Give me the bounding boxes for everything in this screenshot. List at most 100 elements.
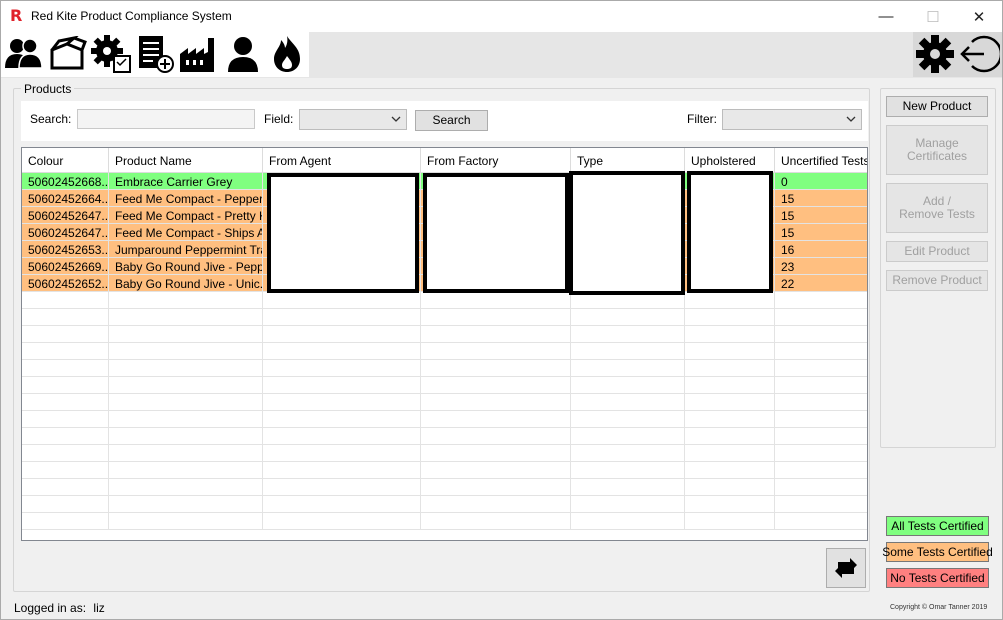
cell-type[interactable] [571,411,685,428]
cell-from-factory[interactable] [421,394,571,411]
cell-colour[interactable] [22,309,109,326]
cell-colour[interactable]: 50602452652... [22,275,109,292]
cell-colour[interactable] [22,513,109,530]
table-row[interactable] [22,309,867,326]
cell-from-factory[interactable] [421,428,571,445]
close-button[interactable]: ✕ [956,1,1002,32]
cell-from-agent[interactable] [263,309,421,326]
cell-from-factory[interactable] [421,462,571,479]
cell-product-name[interactable]: Baby Go Round Jive - Pepp... [109,258,263,275]
cell-product-name[interactable]: Embrace Carrier Grey [109,173,263,190]
cell-uncertified-tests[interactable] [775,428,867,445]
table-row[interactable] [22,292,867,309]
add-list-icon[interactable] [133,32,177,76]
cell-from-agent[interactable] [263,343,421,360]
cell-uncertified-tests[interactable] [775,479,867,496]
table-row[interactable] [22,513,867,530]
settings-checklist-icon[interactable] [89,32,133,76]
cell-colour[interactable]: 50602452653... [22,241,109,258]
cell-from-agent[interactable] [263,326,421,343]
cell-product-name[interactable] [109,462,263,479]
cell-from-agent[interactable] [263,377,421,394]
cell-uncertified-tests[interactable] [775,343,867,360]
cell-type[interactable] [571,479,685,496]
cell-from-factory[interactable] [421,326,571,343]
cell-colour[interactable]: 50602452664... [22,190,109,207]
cell-colour[interactable] [22,326,109,343]
cell-product-name[interactable] [109,360,263,377]
cell-colour[interactable] [22,496,109,513]
cell-colour[interactable] [22,445,109,462]
maximize-button[interactable]: ☐ [910,1,956,32]
cell-upholstered[interactable] [685,411,775,428]
cell-product-name[interactable] [109,309,263,326]
cell-from-agent[interactable] [263,462,421,479]
cell-upholstered[interactable] [685,326,775,343]
cell-product-name[interactable] [109,343,263,360]
table-row[interactable] [22,496,867,513]
cell-uncertified-tests[interactable] [775,326,867,343]
cell-uncertified-tests[interactable] [775,377,867,394]
logout-icon[interactable] [957,32,1001,76]
table-row[interactable] [22,411,867,428]
table-row[interactable] [22,479,867,496]
cell-colour[interactable]: 50602452668... [22,173,109,190]
cell-from-agent[interactable] [263,292,421,309]
manage-certificates-button[interactable]: Manage Certificates [886,125,988,175]
cell-type[interactable] [571,513,685,530]
cell-uncertified-tests[interactable]: 15 [775,224,867,241]
field-select[interactable] [299,109,407,130]
cell-colour[interactable] [22,394,109,411]
cell-colour[interactable]: 50602452669... [22,258,109,275]
cell-uncertified-tests[interactable]: 15 [775,190,867,207]
remove-product-button[interactable]: Remove Product [886,270,988,291]
column-header-colour[interactable]: Colour [22,148,109,173]
cell-upholstered[interactable] [685,377,775,394]
cell-from-agent[interactable] [263,445,421,462]
cell-from-agent[interactable] [263,411,421,428]
cell-from-factory[interactable] [421,343,571,360]
column-header-type[interactable]: Type [571,148,685,173]
cell-from-agent[interactable] [263,513,421,530]
cell-from-factory[interactable] [421,411,571,428]
cell-from-factory[interactable] [421,479,571,496]
cell-upholstered[interactable] [685,292,775,309]
cell-upholstered[interactable] [685,445,775,462]
table-row[interactable] [22,377,867,394]
cell-upholstered[interactable] [685,479,775,496]
cell-colour[interactable] [22,479,109,496]
cell-product-name[interactable]: Feed Me Compact - Pretty K... [109,207,263,224]
minimize-button[interactable]: — [863,1,909,32]
cell-colour[interactable] [22,292,109,309]
cell-from-factory[interactable] [421,377,571,394]
cell-upholstered[interactable] [685,343,775,360]
cell-type[interactable] [571,377,685,394]
gear-icon[interactable] [913,32,957,76]
cell-uncertified-tests[interactable]: 16 [775,241,867,258]
cell-from-factory[interactable] [421,496,571,513]
cell-type[interactable] [571,496,685,513]
person-icon[interactable] [221,32,265,76]
cell-product-name[interactable] [109,411,263,428]
cell-uncertified-tests[interactable] [775,462,867,479]
products-table[interactable]: Colour Product Name From Agent From Fact… [21,147,868,541]
table-row[interactable] [22,445,867,462]
cell-colour[interactable] [22,343,109,360]
table-row[interactable] [22,394,867,411]
cell-type[interactable] [571,445,685,462]
cell-product-name[interactable] [109,496,263,513]
search-button[interactable]: Search [415,110,488,131]
cell-colour[interactable] [22,428,109,445]
cell-upholstered[interactable] [685,309,775,326]
cell-uncertified-tests[interactable] [775,360,867,377]
cell-uncertified-tests[interactable]: 23 [775,258,867,275]
cell-from-factory[interactable] [421,309,571,326]
column-header-from-agent[interactable]: From Agent [263,148,421,173]
cell-uncertified-tests[interactable] [775,292,867,309]
cell-colour[interactable]: 50602452647... [22,207,109,224]
table-row[interactable] [22,360,867,377]
cell-from-agent[interactable] [263,428,421,445]
cell-type[interactable] [571,462,685,479]
box-icon[interactable] [45,32,89,76]
cell-uncertified-tests[interactable]: 22 [775,275,867,292]
